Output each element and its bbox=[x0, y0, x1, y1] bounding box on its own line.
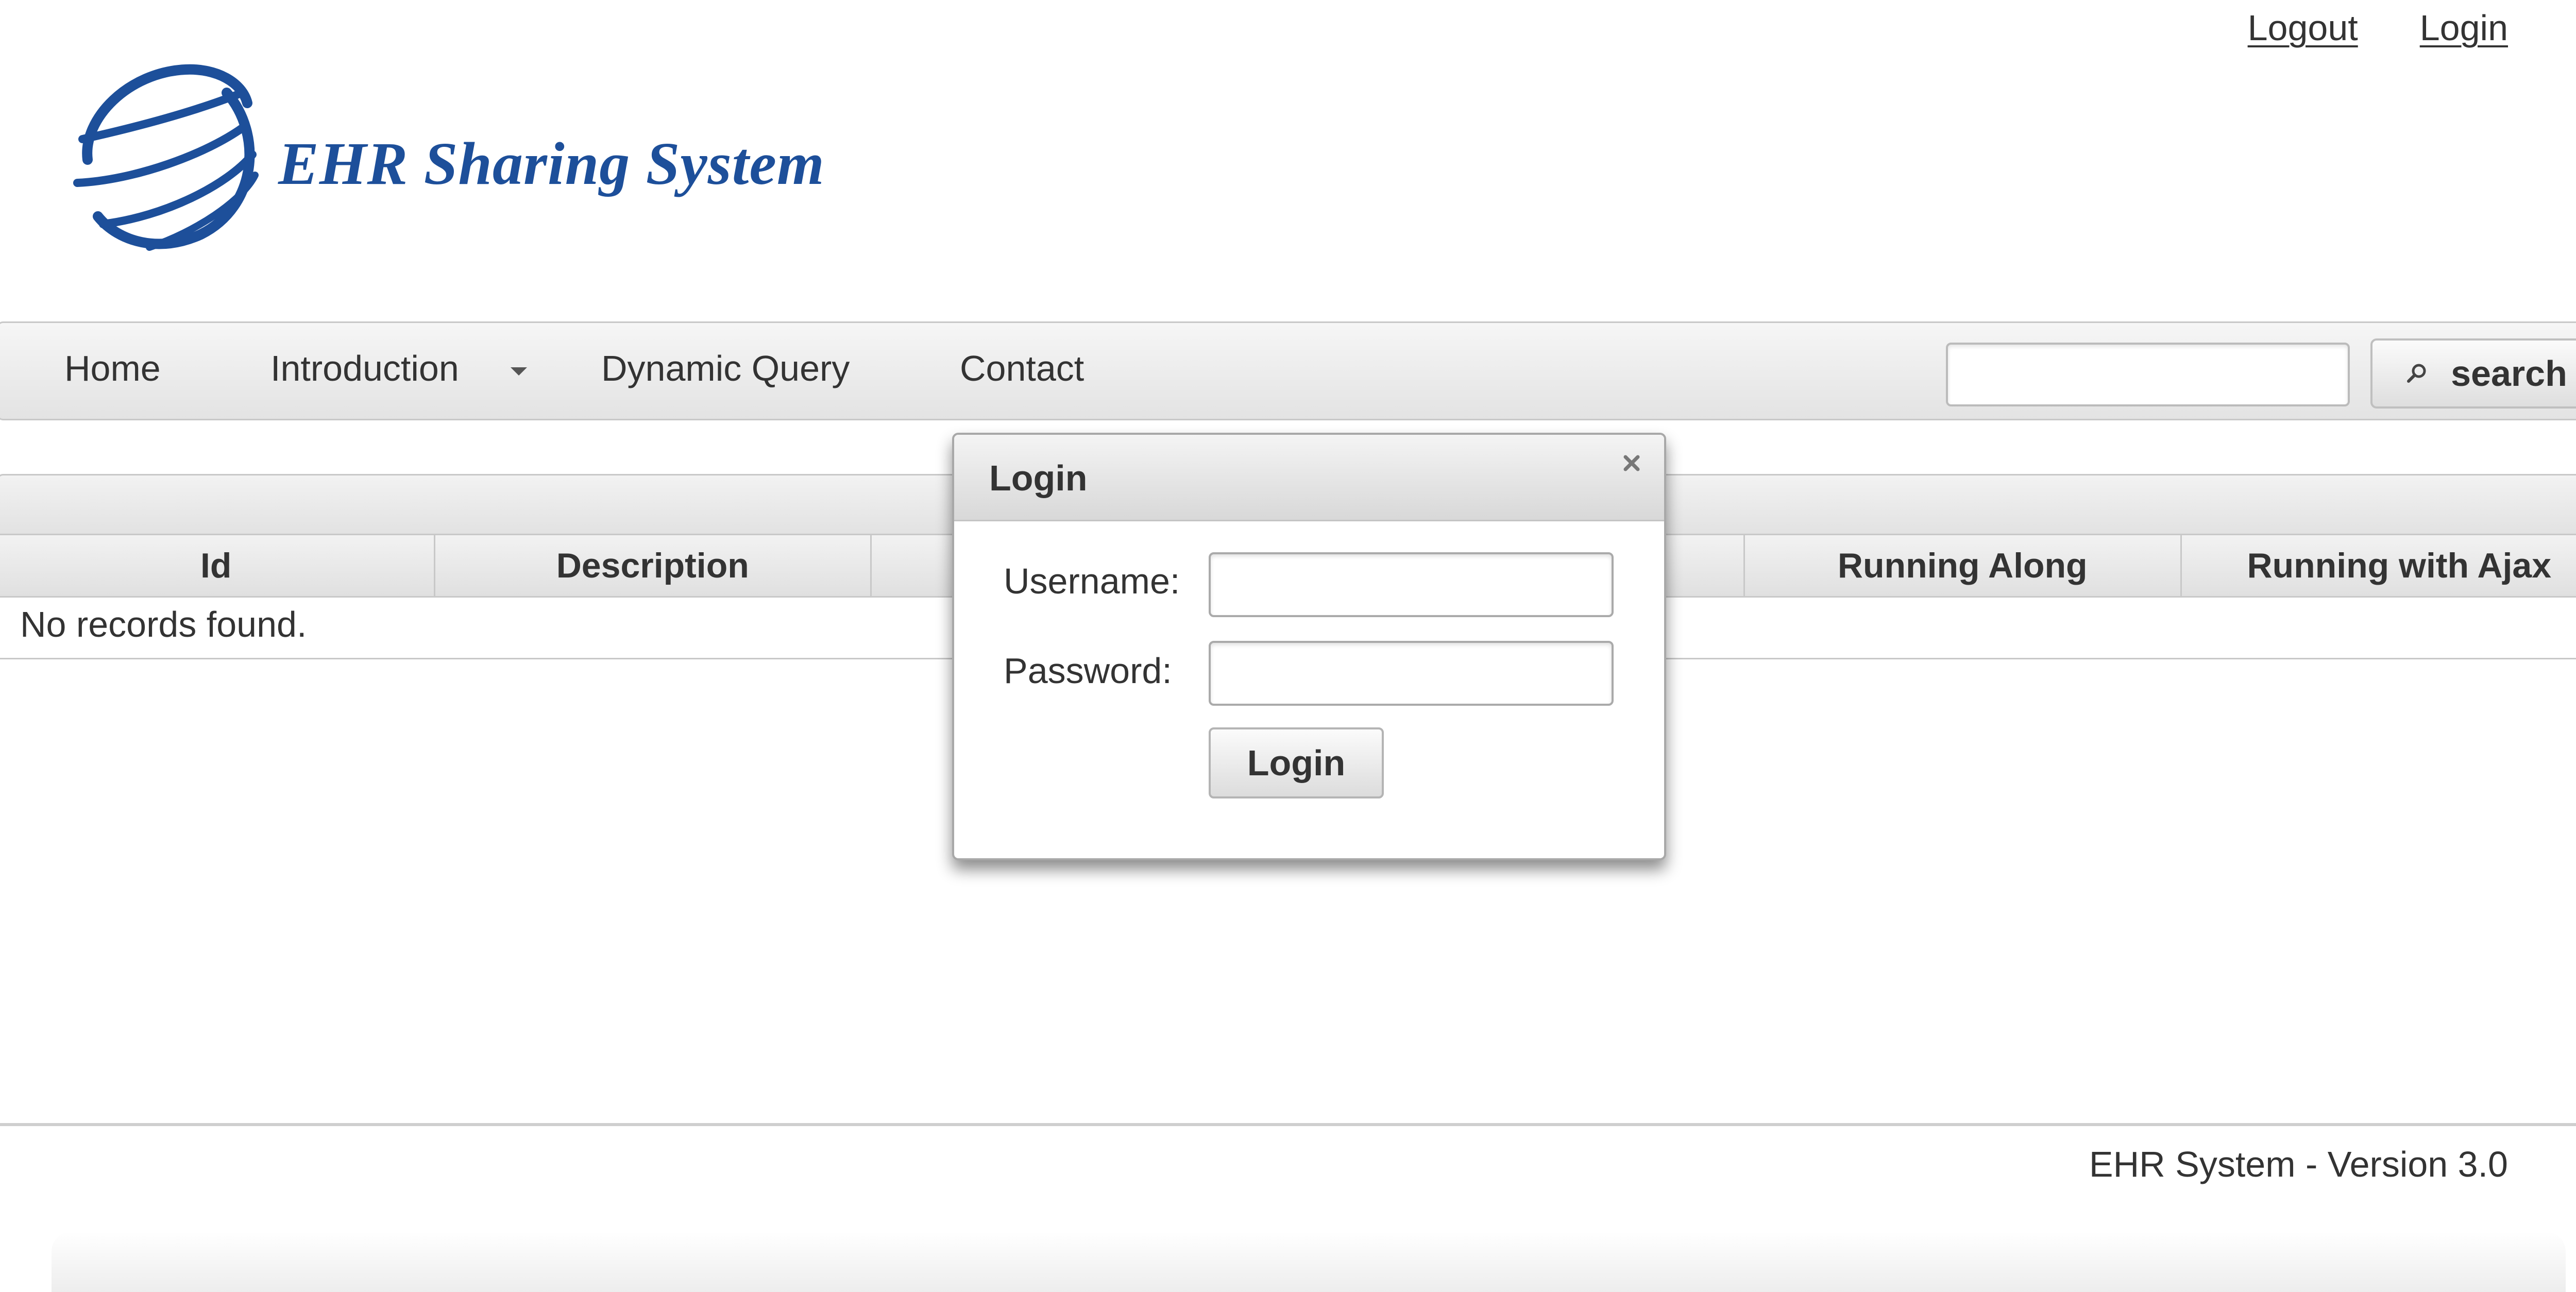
column-header-id[interactable]: Id bbox=[0, 535, 435, 596]
caret-down-icon[interactable] bbox=[511, 367, 527, 376]
footer-divider bbox=[0, 1123, 2576, 1126]
globe-logo-icon bbox=[73, 64, 259, 251]
menu-item-introduction[interactable]: Introduction bbox=[270, 348, 459, 389]
search-input[interactable] bbox=[1946, 343, 2350, 406]
menu-item-dynamic-query[interactable]: Dynamic Query bbox=[601, 348, 850, 389]
login-link[interactable]: Login bbox=[2420, 7, 2508, 48]
dialog-title-bar[interactable]: Login bbox=[954, 435, 1664, 521]
logo: EHR Sharing System bbox=[72, 62, 876, 258]
menu-item-contact[interactable]: Contact bbox=[960, 348, 1084, 389]
username-label: Username: bbox=[1004, 561, 1180, 601]
footer-version: EHR System - Version 3.0 bbox=[2089, 1144, 2508, 1184]
password-field[interactable] bbox=[1209, 641, 1614, 706]
column-header-running-with-ajax[interactable]: Running with Ajax bbox=[2182, 535, 2576, 596]
search-button[interactable]: search bbox=[2370, 338, 2576, 409]
logout-link[interactable]: Logout bbox=[2248, 7, 2358, 48]
search-button-label: search bbox=[2451, 353, 2567, 394]
dialog-title: Login bbox=[989, 458, 1088, 498]
menubar: Home Introduction Dynamic Query Contact … bbox=[0, 321, 2576, 420]
footer-shadow bbox=[52, 1231, 2566, 1292]
column-header-description[interactable]: Description bbox=[435, 535, 872, 596]
username-field[interactable] bbox=[1209, 552, 1614, 617]
menu-item-home[interactable]: Home bbox=[64, 348, 161, 389]
search-icon bbox=[2407, 364, 2426, 383]
close-icon[interactable] bbox=[1619, 450, 1645, 476]
logo-text: EHR Sharing System bbox=[278, 130, 825, 197]
login-dialog: Login Username: Password: Login bbox=[952, 433, 1666, 860]
password-label: Password: bbox=[1004, 651, 1172, 691]
top-links: Logout Login bbox=[2248, 7, 2508, 48]
column-header-running-along[interactable]: Running Along bbox=[1745, 535, 2182, 596]
login-submit-button[interactable]: Login bbox=[1209, 727, 1384, 798]
